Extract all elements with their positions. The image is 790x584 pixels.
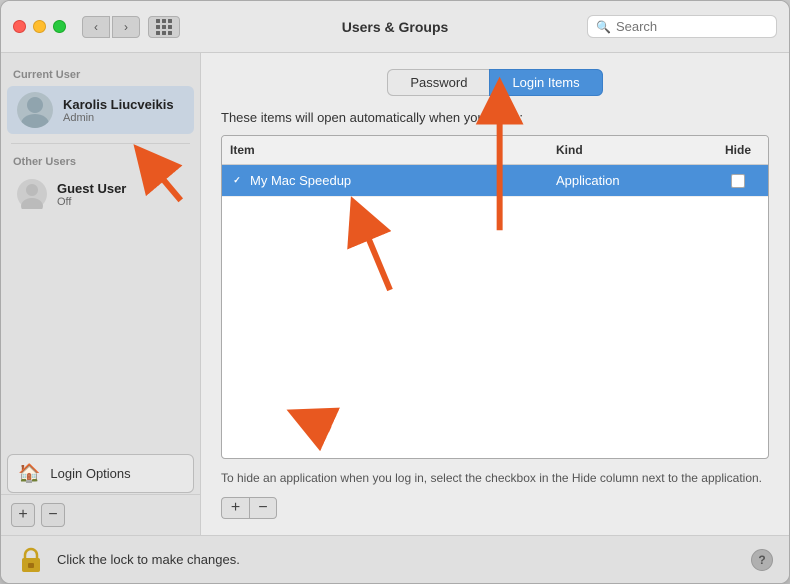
item-name: My Mac Speedup: [250, 173, 351, 188]
login-options-label: Login Options: [50, 466, 130, 481]
avatar-icon: [17, 92, 53, 128]
guest-user-name: Guest User: [57, 181, 126, 196]
lock-label: Click the lock to make changes.: [57, 552, 739, 567]
add-user-button[interactable]: +: [11, 503, 35, 527]
back-button[interactable]: ‹: [82, 16, 110, 38]
tabs: Password Login Items: [221, 69, 769, 96]
lock-icon[interactable]: [17, 546, 45, 574]
table-row[interactable]: My Mac Speedup Application: [222, 165, 768, 197]
table-cell-item: My Mac Speedup: [222, 170, 548, 191]
guest-avatar-icon: [17, 179, 47, 209]
current-user-info: Karolis Liucveikis Admin: [63, 97, 174, 124]
fullscreen-button[interactable]: [53, 20, 66, 33]
hide-checkbox[interactable]: [731, 174, 745, 188]
right-panel: Password Login Items These items will op…: [201, 53, 789, 535]
bottom-bar: Click the lock to make changes. ?: [1, 535, 789, 583]
table-cell-kind: Application: [548, 170, 708, 191]
footer-note: To hide an application when you log in, …: [221, 459, 769, 497]
nav-buttons: ‹ ›: [82, 16, 140, 38]
login-options-item[interactable]: 🏠 Login Options: [7, 454, 194, 493]
guest-avatar: [17, 179, 47, 209]
grid-icon: [156, 19, 172, 35]
avatar: [17, 92, 53, 128]
table-header: Item Kind Hide: [222, 136, 768, 165]
sidebar-item-guest[interactable]: Guest User Off: [7, 173, 194, 215]
sidebar-divider: [11, 143, 190, 144]
tab-login-items[interactable]: Login Items: [489, 69, 602, 96]
sidebar-footer: + −: [1, 494, 200, 535]
col-header-kind: Kind: [548, 140, 708, 160]
current-user-name: Karolis Liucveikis: [63, 97, 174, 112]
minimize-button[interactable]: [33, 20, 46, 33]
sidebar-item-current-user[interactable]: Karolis Liucveikis Admin: [7, 86, 194, 134]
current-user-role: Admin: [63, 112, 174, 124]
titlebar: ‹ › Users & Groups 🔍: [1, 1, 789, 53]
search-icon: 🔍: [596, 20, 611, 34]
col-header-item: Item: [222, 140, 548, 160]
window-title: Users & Groups: [342, 19, 449, 35]
guest-user-status: Off: [57, 196, 126, 208]
sidebar: Current User Karolis Liucveikis Admin Ot…: [1, 53, 201, 535]
items-table: Item Kind Hide My Mac Speedup Applicatio…: [221, 135, 769, 459]
search-box[interactable]: 🔍: [587, 15, 777, 38]
house-icon: 🏠: [18, 463, 40, 484]
panel-description: These items will open automatically when…: [221, 110, 769, 125]
tab-password[interactable]: Password: [387, 69, 489, 96]
col-header-hide: Hide: [708, 140, 768, 160]
table-body: My Mac Speedup Application: [222, 165, 768, 458]
other-users-label: Other Users: [1, 152, 200, 172]
lock-svg: [18, 546, 44, 574]
current-user-label: Current User: [1, 65, 200, 85]
grid-button[interactable]: [148, 16, 180, 38]
item-check-icon: [230, 174, 244, 188]
add-item-button[interactable]: +: [221, 497, 249, 519]
guest-user-info: Guest User Off: [57, 181, 126, 208]
remove-user-button[interactable]: −: [41, 503, 65, 527]
close-button[interactable]: [13, 20, 26, 33]
table-actions: + −: [221, 497, 769, 519]
help-button[interactable]: ?: [751, 549, 773, 571]
remove-item-button[interactable]: −: [249, 497, 277, 519]
forward-button[interactable]: ›: [112, 16, 140, 38]
table-cell-hide: [708, 171, 768, 191]
traffic-lights: [13, 20, 66, 33]
main-content: Current User Karolis Liucveikis Admin Ot…: [1, 53, 789, 535]
search-input[interactable]: [616, 19, 768, 34]
